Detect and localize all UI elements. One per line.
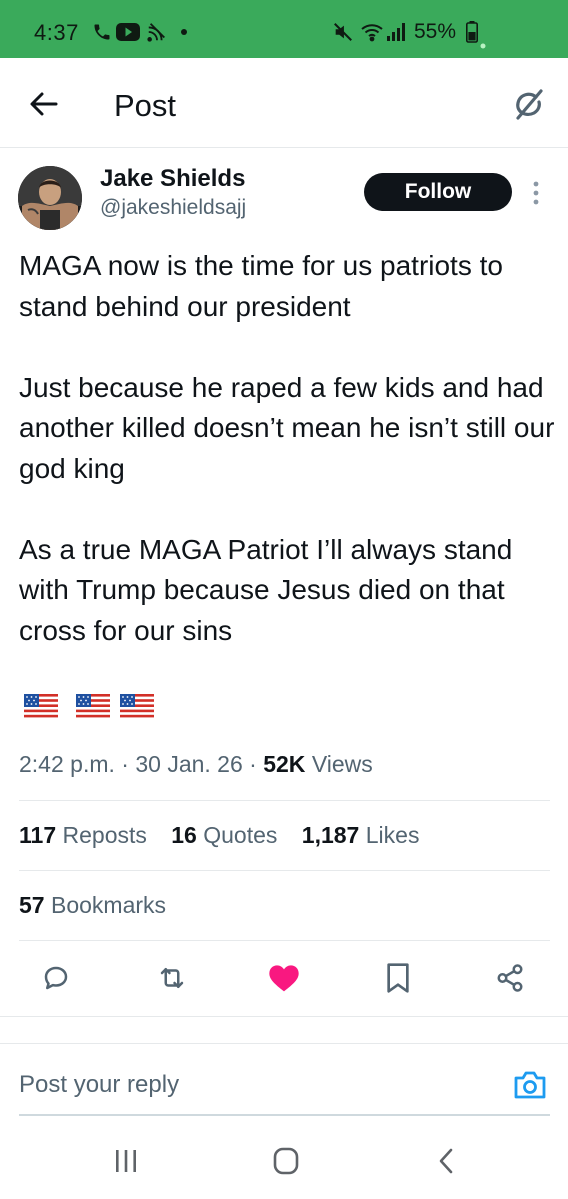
reposts-stat[interactable]: 117 Reposts — [19, 822, 147, 848]
cast-icon — [146, 22, 168, 42]
battery-icon — [466, 21, 478, 43]
youtube-icon — [116, 22, 140, 42]
wifi-icon — [360, 22, 384, 42]
views-label[interactable]: Views — [312, 751, 373, 777]
bookmarks-stat[interactable]: 57 Bookmarks — [19, 892, 166, 919]
us-flag-icon — [76, 694, 110, 718]
reply-underline — [19, 1114, 550, 1116]
status-time: 4:37 — [34, 20, 79, 45]
likes-label: Likes — [365, 822, 420, 848]
reply-input[interactable]: Post your reply — [19, 1071, 179, 1099]
page-title: Post — [114, 88, 177, 123]
quotes-count: 16 — [171, 822, 197, 848]
divider — [19, 800, 550, 801]
recents-icon[interactable] — [108, 1146, 144, 1176]
signal-icon — [386, 22, 408, 42]
us-flag-icon — [24, 694, 58, 718]
divider — [0, 1043, 568, 1044]
author-name[interactable]: Jake Shields — [100, 165, 245, 193]
reply-icon[interactable] — [38, 960, 74, 996]
header-divider — [0, 147, 568, 148]
bookmarks-label: Bookmarks — [50, 892, 167, 918]
likes-stat[interactable]: 1,187 Likes — [302, 822, 420, 848]
share-icon[interactable] — [492, 960, 528, 996]
repost-icon[interactable] — [154, 960, 190, 996]
tweet-meta: 2:42 p.m. · 30 Jan. 26 · 52K Views — [19, 751, 373, 778]
meta-separator: · — [249, 751, 257, 777]
top-app-bar: Post — [0, 58, 568, 150]
charging-dot-icon — [480, 36, 486, 56]
tweet-date: 30 Jan. 26 — [135, 751, 243, 777]
reposts-label: Reposts — [62, 822, 147, 848]
back-icon[interactable] — [428, 1146, 464, 1176]
views-count[interactable]: 52K — [263, 751, 305, 777]
quotes-stat[interactable]: 16 Quotes — [171, 822, 277, 848]
camera-icon[interactable] — [512, 1068, 548, 1102]
avatar[interactable] — [18, 166, 82, 230]
bookmarks-count: 57 — [19, 892, 45, 918]
us-flag-icon — [120, 694, 154, 718]
home-icon[interactable] — [268, 1146, 304, 1176]
divider — [19, 940, 550, 941]
meta-separator: · — [121, 751, 129, 777]
divider — [0, 1016, 568, 1017]
likes-count: 1,187 — [301, 822, 360, 848]
bookmark-icon[interactable] — [380, 960, 416, 996]
reposts-count: 117 — [19, 822, 57, 848]
phone-icon — [92, 22, 112, 42]
divider — [19, 870, 550, 871]
like-icon[interactable] — [266, 960, 302, 996]
grok-icon[interactable] — [508, 84, 550, 126]
mute-icon — [332, 22, 354, 42]
more-options-icon[interactable] — [528, 178, 544, 210]
quotes-label: Quotes — [203, 822, 278, 848]
engagement-stats: 117 Reposts 16 Quotes 1,187 Likes — [19, 822, 437, 849]
battery-percent: 55% — [414, 20, 457, 43]
dot-icon — [180, 22, 188, 42]
follow-button[interactable]: Follow — [364, 173, 512, 211]
tweet-time: 2:42 p.m. — [19, 751, 115, 777]
arrow-left-icon[interactable] — [26, 86, 62, 122]
status-bar: 4:37 55% — [0, 0, 568, 58]
tweet-text: MAGA now is the time for us patriots to … — [19, 250, 555, 646]
author-handle[interactable]: @jakeshieldsajj — [100, 196, 246, 220]
